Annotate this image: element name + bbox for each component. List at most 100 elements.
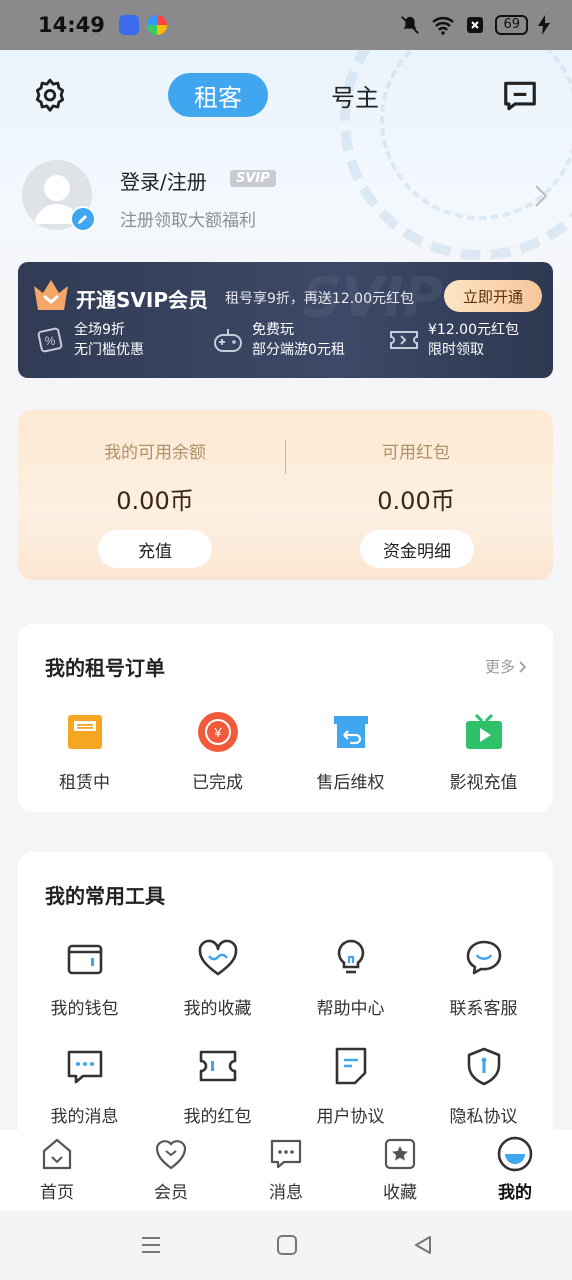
login-subtitle: 注册领取大额福利 <box>120 211 256 231</box>
available-redpacket: 可用红包 0.00币 <box>301 438 531 516</box>
ticket-icon <box>388 324 420 356</box>
heart-icon <box>196 936 240 980</box>
feedback-button[interactable] <box>500 76 540 116</box>
wallet-icon <box>63 936 107 980</box>
benefit-redpacket: ¥12.00元红包 限时领取 <box>388 320 519 360</box>
benefit-discount-line2: 无门槛优惠 <box>74 342 144 358</box>
app-notification-icon <box>118 15 139 35</box>
wifi-icon <box>432 17 455 35</box>
profile-section[interactable]: 登录/注册 SVIP 注册领取大额福利 <box>22 160 552 240</box>
svip-badge: SVIP <box>230 170 276 187</box>
available-balance-value: 0.00币 <box>116 487 194 515</box>
after-sales-icon <box>329 710 373 754</box>
nav-messages-label: 消息 <box>269 1183 303 1203</box>
tool-privacy-agreement[interactable]: 隐私协议 <box>417 1044 550 1127</box>
member-icon <box>153 1136 189 1172</box>
shield-icon <box>462 1044 506 1088</box>
tool-favorites-label: 我的收藏 <box>183 999 252 1019</box>
nav-member[interactable]: 会员 <box>126 1136 216 1203</box>
home-square-icon[interactable] <box>276 1234 298 1256</box>
available-balance: 我的可用余额 0.00币 <box>40 438 270 516</box>
message-box-icon <box>504 81 536 111</box>
home-icon <box>39 1136 75 1172</box>
balance-divider <box>285 440 286 474</box>
tool-favorites[interactable]: 我的收藏 <box>151 936 284 1019</box>
tool-wallet-label: 我的钱包 <box>50 999 119 1019</box>
gamepad-icon <box>212 324 244 356</box>
benefit-redpacket-line2: 限时领取 <box>428 342 484 358</box>
svip-description: 租号享9折，再送12.00元红包 <box>225 291 414 307</box>
tool-user-agreement[interactable]: 用户协议 <box>284 1044 417 1127</box>
tab-renter[interactable]: 租客 <box>168 73 268 117</box>
tool-messages-label: 我的消息 <box>50 1107 119 1127</box>
orders-more-link[interactable]: 更多 <box>485 656 527 677</box>
order-after-sales-label: 售后维权 <box>316 773 385 793</box>
system-nav-bar <box>0 1210 572 1280</box>
fund-detail-button[interactable]: 资金明细 <box>360 530 474 568</box>
chevron-right-icon <box>535 185 548 207</box>
renting-icon <box>63 710 107 754</box>
nav-messages[interactable]: 消息 <box>241 1136 331 1203</box>
benefit-free-play: 免费玩 部分端游0元租 <box>212 320 345 360</box>
sim-icon <box>467 17 484 33</box>
document-icon <box>329 1044 373 1088</box>
completed-icon: ¥ <box>196 710 240 754</box>
order-tv-recharge[interactable]: 影视充值 <box>417 710 550 793</box>
order-completed[interactable]: ¥ 已完成 <box>151 710 284 793</box>
available-balance-label: 我的可用余额 <box>104 443 206 463</box>
tool-help-center[interactable]: 帮助中心 <box>284 936 417 1019</box>
menu-icon[interactable] <box>140 1234 162 1256</box>
orders-card: 我的租号订单 更多 租赁中 ¥ 已完成 售后维权 影视充值 <box>18 624 553 812</box>
gear-icon <box>35 78 65 112</box>
nav-profile[interactable]: 我的 <box>470 1136 560 1203</box>
login-register-link[interactable]: 登录/注册 <box>120 166 207 195</box>
tool-customer-service[interactable]: 联系客服 <box>417 936 550 1019</box>
svg-text:%: % <box>45 334 56 348</box>
tools-title: 我的常用工具 <box>45 884 165 908</box>
crown-icon <box>34 280 68 310</box>
tool-help-center-label: 帮助中心 <box>316 999 385 1019</box>
tv-recharge-icon <box>462 710 506 754</box>
pencil-icon <box>78 215 87 224</box>
benefit-free-line2: 部分端游0元租 <box>252 342 345 358</box>
order-renting[interactable]: 租赁中 <box>18 710 151 793</box>
tool-privacy-agreement-label: 隐私协议 <box>449 1107 518 1127</box>
tool-wallet[interactable]: 我的钱包 <box>18 936 151 1019</box>
edit-avatar-button[interactable] <box>70 206 96 232</box>
order-after-sales[interactable]: 售后维权 <box>284 710 417 793</box>
benefit-discount-line1: 全场9折 <box>74 322 125 338</box>
customer-service-icon <box>462 936 506 980</box>
tool-messages[interactable]: 我的消息 <box>18 1044 151 1127</box>
order-tv-recharge-label: 影视充值 <box>449 773 518 793</box>
tool-user-agreement-label: 用户协议 <box>316 1107 385 1127</box>
tool-red-packet-label: 我的红包 <box>183 1107 252 1127</box>
nav-favorites-label: 收藏 <box>383 1183 417 1203</box>
lightbulb-icon <box>329 936 373 980</box>
tab-owner[interactable]: 号主 <box>315 73 395 117</box>
nav-profile-label: 我的 <box>498 1183 532 1203</box>
nav-home[interactable]: 首页 <box>12 1136 102 1203</box>
chat-icon <box>268 1136 304 1172</box>
tool-red-packet[interactable]: 我的红包 <box>151 1044 284 1127</box>
recharge-button[interactable]: 充值 <box>98 530 212 568</box>
orders-title: 我的租号订单 <box>45 656 165 680</box>
back-icon[interactable] <box>412 1234 434 1256</box>
percent-tag-icon: % <box>34 324 66 356</box>
message-icon <box>63 1044 107 1088</box>
benefit-free-line1: 免费玩 <box>252 322 294 338</box>
svg-text:¥: ¥ <box>213 725 222 740</box>
profile-icon <box>497 1136 533 1172</box>
svip-card[interactable]: SVIP 开通SVIP会员 租号享9折，再送12.00元红包 立即开通 % 全场… <box>18 262 553 378</box>
coupon-icon <box>196 1044 240 1088</box>
chevron-right-icon <box>519 660 527 673</box>
top-nav: 租客 号主 <box>0 70 572 122</box>
svip-open-button[interactable]: 立即开通 <box>444 280 542 312</box>
orders-more-label: 更多 <box>484 658 515 676</box>
app-notification-icon-2 <box>146 15 167 35</box>
mute-icon <box>401 16 420 34</box>
settings-button[interactable] <box>30 76 70 116</box>
status-time: 14:49 <box>38 13 105 37</box>
star-icon <box>382 1136 418 1172</box>
nav-home-label: 首页 <box>40 1183 74 1203</box>
nav-favorites[interactable]: 收藏 <box>355 1136 445 1203</box>
